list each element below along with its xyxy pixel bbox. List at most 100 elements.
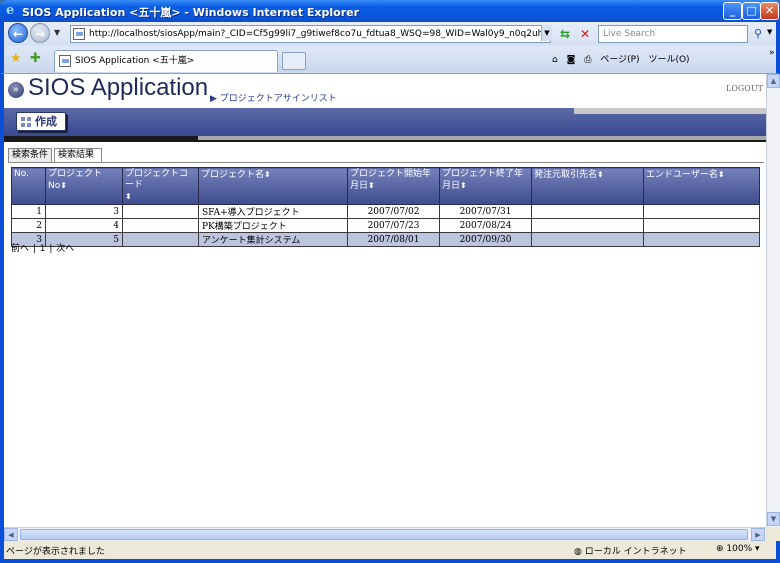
cell-project-name[interactable]: SFA+導入プロジェクト (198, 204, 348, 219)
command-bar: ⌂ ◙ ⎙ ページ(P) ツール(O) (552, 52, 696, 65)
horizontal-scroll-thumb[interactable] (20, 529, 748, 540)
create-button[interactable]: 作成 (16, 112, 66, 131)
add-favorite-icon[interactable]: ✚ (30, 51, 41, 66)
create-button-label: 作成 (35, 115, 57, 128)
app-logo-icon: » (8, 82, 24, 98)
page-menu[interactable]: ページ(P) (600, 55, 639, 65)
print-icon[interactable]: ⎙ (584, 55, 591, 65)
feeds-icon[interactable]: ◙ (567, 55, 576, 65)
tab-sios-application[interactable]: SIOS Application <五十嵐> (54, 50, 278, 72)
cell-project-code (122, 218, 199, 233)
address-dropdown-icon[interactable]: ▼ (541, 25, 552, 41)
pager-next-link[interactable]: 次へ (56, 244, 74, 254)
maximize-button[interactable]: □ (742, 2, 761, 20)
table-row[interactable]: 1 3 SFA+導入プロジェクト 2007/07/02 2007/07/31 (11, 204, 760, 219)
sort-icon[interactable]: ⬍ (125, 192, 132, 201)
cell-project-name[interactable]: アンケート集計システム (198, 232, 348, 247)
scroll-up-icon[interactable]: ▲ (767, 74, 780, 88)
sort-icon[interactable]: ⬍ (718, 170, 725, 179)
cell-end-date: 2007/09/30 (439, 232, 532, 247)
header-no[interactable]: No. (11, 167, 46, 205)
more-chevron-icon[interactable]: » (769, 48, 775, 58)
cell-project-no: 3 (45, 204, 123, 219)
sort-icon[interactable]: ⬍ (60, 181, 67, 190)
cell-no: 2 (11, 218, 46, 233)
pager-separator: | (30, 244, 39, 254)
cell-client (531, 218, 644, 233)
zoom-icon: ⊕ (716, 544, 724, 554)
new-tab-button[interactable] (282, 52, 306, 70)
tab-label: SIOS Application <五十嵐> (75, 56, 195, 66)
refresh-icon[interactable]: ⇆ (556, 25, 574, 43)
cell-start-date: 2007/07/02 (347, 204, 440, 219)
history-dropdown-icon[interactable]: ▼ (54, 28, 60, 37)
zoom-level: 100% (726, 544, 753, 554)
header-client[interactable]: 発注元取引先名⬍ (531, 167, 644, 205)
pager-page-link[interactable]: 1 (40, 244, 46, 254)
search-input[interactable]: Live Search (598, 25, 748, 43)
address-toolbar: ← → ▼ http://localhost/siosApp/main?_CID… (0, 22, 780, 46)
results-table: No. プロジェクトNo⬍ プロジェクトコード ⬍ プロジェクト名⬍ プロジェクト… (11, 167, 760, 247)
tab-search-results[interactable]: 検索結果 (54, 148, 102, 162)
header-band-rule-accent (198, 136, 766, 140)
table-row[interactable]: 2 4 PK構築プロジェクト 2007/07/23 2007/08/24 (11, 218, 760, 233)
header-end-date[interactable]: プロジェクト終了年月日⬍ (439, 167, 532, 205)
table-header-row: No. プロジェクトNo⬍ プロジェクトコード ⬍ プロジェクト名⬍ プロジェクト… (11, 167, 760, 205)
scroll-left-icon[interactable]: ◀ (4, 528, 18, 541)
cell-project-no: 4 (45, 218, 123, 233)
cell-end-user (643, 204, 760, 219)
window-title: SIOS Application <五十嵐> - Windows Interne… (22, 6, 360, 19)
header-project-code[interactable]: プロジェクトコード ⬍ (122, 167, 199, 205)
pager-prev-link[interactable]: 前へ (11, 244, 29, 254)
cell-client (531, 232, 644, 247)
search-icon[interactable]: ⚲ (750, 25, 766, 43)
tab-bar: ★ ✚ SIOS Application <五十嵐> ⌂ ◙ ⎙ ページ(P) … (0, 46, 780, 74)
search-dropdown-icon[interactable]: ▼ (767, 28, 772, 36)
cell-client (531, 204, 644, 219)
scroll-corner (766, 527, 780, 541)
cell-project-name[interactable]: PK構築プロジェクト (198, 218, 348, 233)
cell-end-user (643, 218, 760, 233)
scroll-right-icon[interactable]: ▶ (751, 528, 765, 541)
horizontal-scrollbar[interactable]: ◀ ▶ (4, 527, 766, 541)
sub-tab-divider (8, 162, 764, 163)
sort-icon[interactable]: ⬍ (368, 181, 375, 190)
security-zone[interactable]: ◍ ローカル イントラネット (574, 544, 687, 557)
close-button[interactable]: ✕ (760, 2, 779, 20)
pager: 前へ | 1 | 次へ (11, 241, 75, 254)
cell-start-date: 2007/08/01 (347, 232, 440, 247)
tab-search-criteria[interactable]: 検索条件 (8, 148, 52, 162)
cell-project-code (122, 232, 199, 247)
address-bar[interactable]: http://localhost/siosApp/main?_CID=Cf5g9… (70, 25, 551, 43)
sort-icon[interactable]: ⬍ (264, 170, 271, 179)
logout-link[interactable]: LOGOUT (726, 84, 763, 93)
home-icon[interactable]: ⌂ (552, 55, 558, 65)
header-project-no[interactable]: プロジェクトNo⬍ (45, 167, 123, 205)
header-end-user[interactable]: エンドユーザー名⬍ (643, 167, 760, 205)
breadcrumb[interactable]: ▶ プロジェクトアサインリスト (210, 91, 337, 104)
stop-icon[interactable]: ✕ (576, 25, 594, 43)
sort-icon[interactable]: ⬍ (597, 170, 604, 179)
zoom-control[interactable]: ⊕ 100% ▾ (716, 544, 760, 554)
back-button[interactable]: ← (8, 23, 28, 43)
minimize-button[interactable]: _ (723, 2, 742, 20)
cell-project-code (122, 204, 199, 219)
header-band-accent (574, 108, 766, 114)
globe-icon: ◍ (574, 547, 582, 557)
tab-page-icon (59, 55, 71, 67)
tools-menu[interactable]: ツール(O) (648, 55, 689, 65)
forward-button[interactable]: → (30, 23, 50, 43)
scroll-down-icon[interactable]: ▼ (767, 512, 780, 526)
title-bar[interactable]: e SIOS Application <五十嵐> - Windows Inter… (0, 0, 780, 22)
header-project-name[interactable]: プロジェクト名⬍ (198, 167, 348, 205)
table-row[interactable]: 3 5 アンケート集計システム 2007/08/01 2007/09/30 (11, 232, 760, 247)
sort-icon[interactable]: ⬍ (460, 181, 467, 190)
favorites-star-icon[interactable]: ★ (10, 51, 22, 66)
status-text: ページが表示されました (6, 547, 105, 557)
header-start-date[interactable]: プロジェクト開始年月日⬍ (347, 167, 440, 205)
browser-window: e SIOS Application <五十嵐> - Windows Inter… (0, 0, 780, 563)
vertical-scrollbar[interactable]: ▲ ▼ (766, 74, 780, 527)
status-bar: ページが表示されました ◍ ローカル イントラネット ⊕ 100% ▾ (0, 541, 780, 563)
zoom-dropdown-icon[interactable]: ▾ (755, 544, 760, 554)
security-zone-label: ローカル イントラネット (584, 547, 687, 557)
